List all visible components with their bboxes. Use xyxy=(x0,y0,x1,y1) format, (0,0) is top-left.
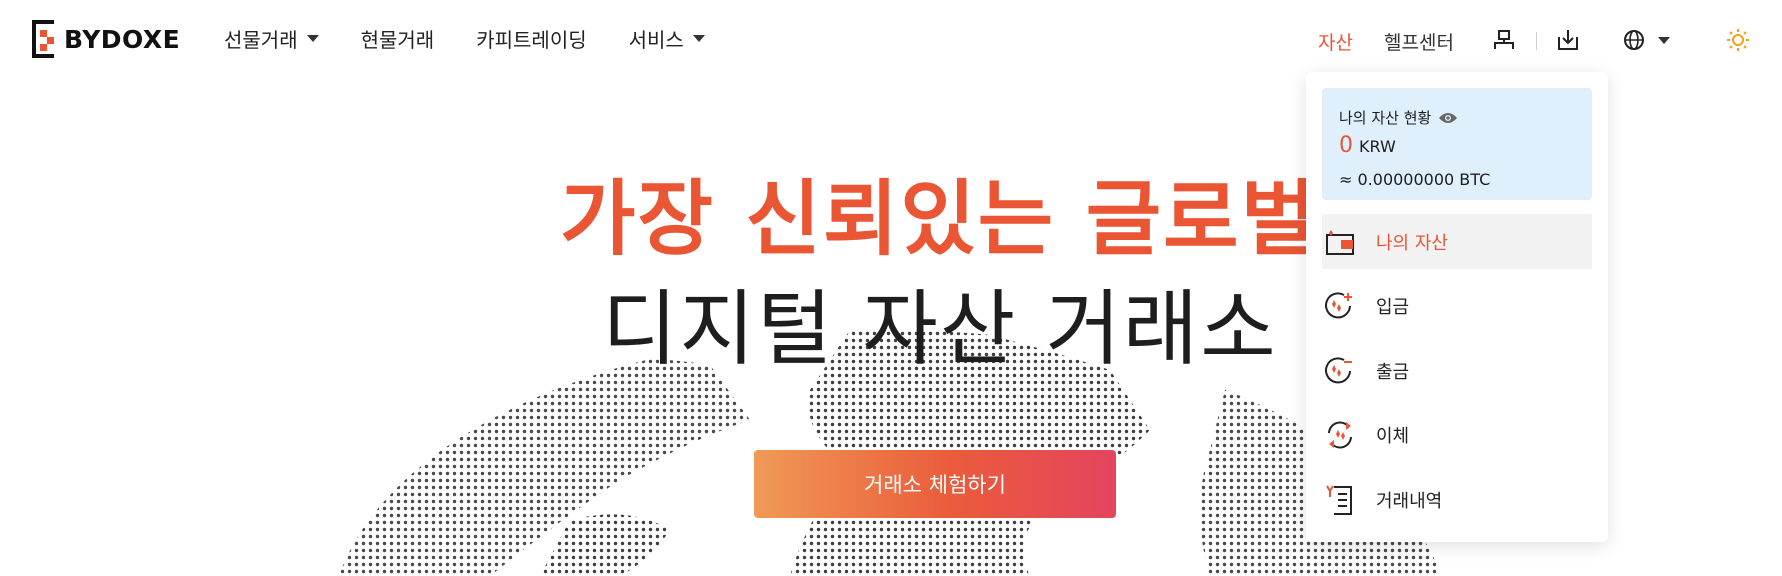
asset-summary-title-text: 나의 자산 현황 xyxy=(1339,109,1432,127)
right-nav: 자산 헬프센터 xyxy=(1318,22,1758,58)
nav-services-label: 서비스 xyxy=(628,28,684,52)
menu-item-history[interactable]: 거래내역 xyxy=(1322,472,1592,527)
caret-down-icon xyxy=(306,35,319,42)
hero-headline-main: 디지털 자산 거래소 xyxy=(602,282,1278,377)
asset-summary-title: 나의 자산 현황 xyxy=(1339,107,1458,128)
download-icon[interactable] xyxy=(1554,26,1582,54)
menu-item-my-assets-label: 나의 자산 xyxy=(1376,232,1448,254)
top-header: BYDOXE 선물거래 현물거래 카피트레이딩 서비스 자산 헬프센터 xyxy=(0,0,1782,80)
nav-spot-label: 현물거래 xyxy=(360,28,435,52)
nav-copy-trading[interactable]: 카피트레이딩 xyxy=(476,24,586,53)
history-icon xyxy=(1322,482,1358,518)
nav-futures-label: 선물거래 xyxy=(224,28,298,52)
transfer-icon xyxy=(1322,417,1358,453)
nav-assets[interactable]: 자산 xyxy=(1318,28,1353,55)
assets-dropdown: 나의 자산 현황 0 KRW ≈ 0.00000000 BTC 나의 자산 입금… xyxy=(1306,72,1608,542)
asset-amount-currency: KRW xyxy=(1359,137,1396,156)
logo[interactable]: BYDOXE xyxy=(32,20,180,58)
eye-icon[interactable] xyxy=(1438,111,1458,125)
nav-help-center[interactable]: 헬프센터 xyxy=(1384,28,1454,55)
menu-item-my-assets[interactable]: 나의 자산 xyxy=(1322,214,1592,269)
asset-menu: 나의 자산 입금 출금 이체 거래내역 xyxy=(1322,214,1592,537)
nav-spot[interactable]: 현물거래 xyxy=(361,24,435,53)
globe-icon[interactable] xyxy=(1620,26,1648,54)
nav-copy-trading-label: 카피트레이딩 xyxy=(476,28,587,52)
caret-down-icon xyxy=(692,35,705,42)
nav-services[interactable]: 서비스 xyxy=(629,24,705,53)
logo-mark-icon xyxy=(32,20,54,58)
try-exchange-button[interactable]: 거래소 체험하기 xyxy=(754,450,1116,518)
menu-item-history-label: 거래내역 xyxy=(1376,490,1443,512)
main-nav: 선물거래 현물거래 카피트레이딩 서비스 xyxy=(224,24,747,53)
deposit-icon xyxy=(1322,288,1358,324)
menu-item-withdraw-label: 출금 xyxy=(1376,361,1410,383)
menu-item-deposit[interactable]: 입금 xyxy=(1322,279,1592,334)
sun-icon[interactable] xyxy=(1724,26,1752,54)
menu-item-withdraw[interactable]: 출금 xyxy=(1322,343,1592,398)
language-caret-down-icon[interactable] xyxy=(1650,26,1678,54)
hero-headline-accent: 가장 신뢰있는 글로벌 xyxy=(560,172,1319,267)
wallet-icon xyxy=(1322,224,1358,260)
user-icon[interactable] xyxy=(1490,26,1518,54)
menu-item-deposit-label: 입금 xyxy=(1376,297,1410,318)
withdraw-icon xyxy=(1322,353,1358,389)
logo-text: BYDOXE xyxy=(64,24,181,54)
asset-summary-card: 나의 자산 현황 0 KRW ≈ 0.00000000 BTC xyxy=(1322,88,1592,200)
nav-futures[interactable]: 선물거래 xyxy=(224,24,319,53)
nav-divider xyxy=(1536,32,1537,50)
menu-item-transfer[interactable]: 이체 xyxy=(1322,408,1592,463)
asset-btc-equivalent: ≈ 0.00000000 BTC xyxy=(1339,170,1491,189)
menu-item-transfer-label: 이체 xyxy=(1376,426,1410,447)
asset-amount-value: 0 xyxy=(1339,133,1353,158)
asset-amount-row: 0 KRW xyxy=(1339,133,1396,158)
